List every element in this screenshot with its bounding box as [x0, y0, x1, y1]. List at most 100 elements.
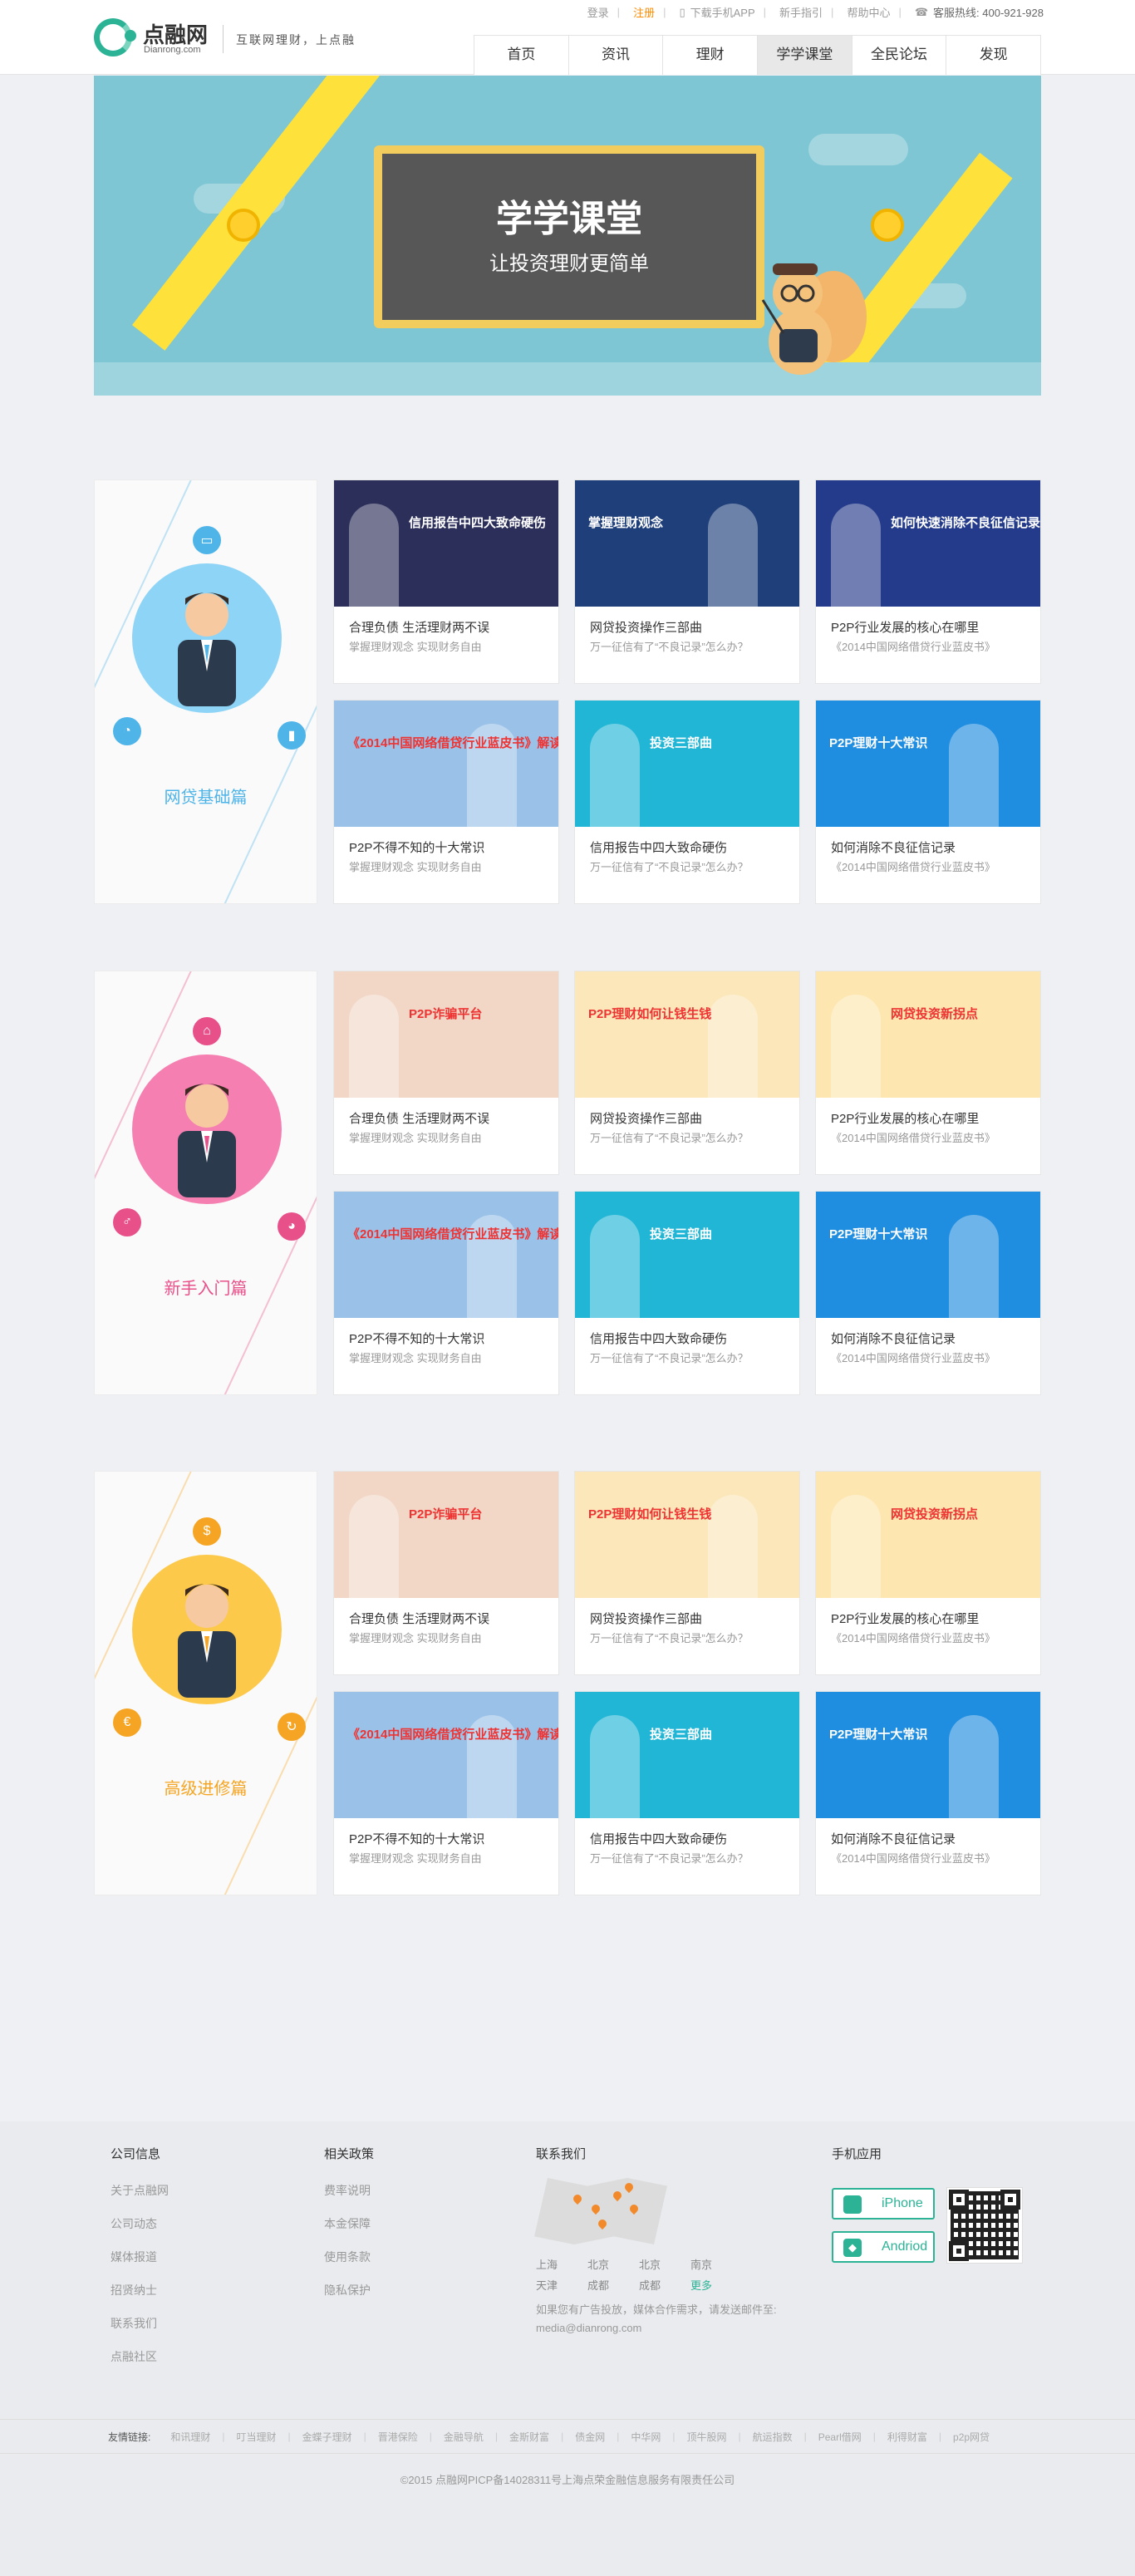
nav-item-classroom[interactable]: 学学课堂 [758, 36, 852, 75]
friend-link[interactable]: 晋港保险 [378, 2430, 418, 2444]
course-card[interactable]: 《2014中国网络借贷行业蓝皮书》解读 P2P不得不知的十大常识 掌握理财观念 … [333, 1191, 559, 1395]
friend-link[interactable]: 中华网 [631, 2430, 661, 2444]
contact-email[interactable]: media@dianrong.com [536, 2319, 810, 2338]
friend-link[interactable]: p2p网贷 [953, 2430, 990, 2444]
friend-link[interactable]: 顶牛股网 [686, 2430, 726, 2444]
section-category-panel[interactable]: ▭ ◔ ▮ 网贷基础篇 [94, 479, 317, 904]
course-title[interactable]: 合理负债 生活理财两不误 [349, 1109, 489, 1127]
course-card[interactable]: 网贷投资新拐点 P2P行业发展的核心在哪里 《2014中国网络借贷行业蓝皮书》 [815, 1471, 1041, 1675]
course-card[interactable]: 网贷投资新拐点 P2P行业发展的核心在哪里 《2014中国网络借贷行业蓝皮书》 [815, 971, 1041, 1175]
course-card[interactable]: 投资三部曲 信用报告中四大致命硬伤 万一征信有了“不良记录”怎么办？ [574, 700, 800, 904]
iphone-download-button[interactable]: iPhone [832, 2188, 935, 2220]
footer-link[interactable]: 使用条款 [324, 2249, 374, 2282]
city-link[interactable]: 成都 [587, 2277, 639, 2293]
course-thumbnail[interactable]: P2P理财十大常识 [816, 701, 1040, 827]
friend-link[interactable]: 利得财富 [887, 2430, 927, 2444]
course-thumbnail[interactable]: P2P诈骗平台 [334, 1472, 558, 1598]
course-title[interactable]: P2P行业发展的核心在哪里 [831, 1109, 979, 1127]
city-link[interactable]: 天津 [536, 2277, 587, 2293]
section-category-panel[interactable]: ⌂ ♂ ◕ 新手入门篇 [94, 971, 317, 1395]
course-title[interactable]: 网贷投资操作三部曲 [590, 618, 702, 636]
course-thumbnail[interactable]: 《2014中国网络借贷行业蓝皮书》解读 [334, 1692, 558, 1818]
course-title[interactable]: P2P行业发展的核心在哪里 [831, 1610, 979, 1627]
section-category-panel[interactable]: $ € ↻ 高级进修篇 [94, 1471, 317, 1895]
footer-link[interactable]: 关于点融网 [111, 2182, 169, 2215]
footer-link[interactable]: 媒体报道 [111, 2249, 169, 2282]
course-title[interactable]: P2P不得不知的十大常识 [349, 1330, 484, 1347]
course-card[interactable]: P2P理财十大常识 如何消除不良征信记录 《2014中国网络借贷行业蓝皮书》 [815, 1691, 1041, 1895]
course-thumbnail[interactable]: P2P诈骗平台 [334, 971, 558, 1098]
more-cities-link[interactable]: 更多 [690, 2277, 742, 2293]
course-title[interactable]: 如何消除不良征信记录 [831, 838, 956, 856]
friend-link[interactable]: 和讯理财 [170, 2430, 210, 2444]
course-title[interactable]: 如何消除不良征信记录 [831, 1830, 956, 1847]
register-link[interactable]: 注册 [633, 4, 655, 20]
course-thumbnail[interactable]: 《2014中国网络借贷行业蓝皮书》解读 [334, 701, 558, 827]
course-thumbnail[interactable]: P2P理财如何让钱生钱 [575, 1472, 799, 1598]
city-link[interactable]: 北京 [639, 2256, 690, 2272]
footer-link[interactable]: 公司动态 [111, 2215, 169, 2249]
nav-item-news[interactable]: 资讯 [569, 36, 664, 75]
nav-item-discover[interactable]: 发现 [946, 36, 1040, 75]
friend-link[interactable]: 航运指数 [753, 2430, 793, 2444]
course-card[interactable]: 掌握理财观念 网贷投资操作三部曲 万一征信有了“不良记录”怎么办？ [574, 479, 800, 684]
course-card[interactable]: 信用报告中四大致命硬伤 合理负债 生活理财两不误 掌握理财观念 实现财务自由 [333, 479, 559, 684]
friend-link[interactable]: 金蝶子理财 [302, 2430, 352, 2444]
city-link[interactable]: 北京 [587, 2256, 639, 2272]
friend-link[interactable]: Pearl借网 [818, 2430, 862, 2444]
friend-link[interactable]: 叮当理财 [236, 2430, 276, 2444]
course-title[interactable]: 信用报告中四大致命硬伤 [590, 1830, 727, 1847]
course-title[interactable]: 信用报告中四大致命硬伤 [590, 1330, 727, 1347]
friend-link[interactable]: 金融导航 [444, 2430, 484, 2444]
footer-link[interactable]: 本金保障 [324, 2215, 374, 2249]
footer-link[interactable]: 隐私保护 [324, 2282, 374, 2315]
course-thumbnail[interactable]: 信用报告中四大致命硬伤 [334, 480, 558, 607]
footer-link[interactable]: 招贤纳士 [111, 2282, 169, 2315]
course-card[interactable]: 投资三部曲 信用报告中四大致命硬伤 万一征信有了“不良记录”怎么办？ [574, 1191, 800, 1395]
course-thumbnail[interactable]: P2P理财十大常识 [816, 1692, 1040, 1818]
footer-link[interactable]: 联系我们 [111, 2315, 169, 2348]
friend-link[interactable]: 债金网 [575, 2430, 605, 2444]
android-download-button[interactable]: ◆ Andriod [832, 2231, 935, 2263]
course-title[interactable]: 合理负债 生活理财两不误 [349, 618, 489, 636]
course-title[interactable]: P2P行业发展的核心在哪里 [831, 618, 979, 636]
course-card[interactable]: P2P诈骗平台 合理负债 生活理财两不误 掌握理财观念 实现财务自由 [333, 1471, 559, 1675]
course-card[interactable]: 《2014中国网络借贷行业蓝皮书》解读 P2P不得不知的十大常识 掌握理财观念 … [333, 1691, 559, 1895]
course-title[interactable]: 网贷投资操作三部曲 [590, 1610, 702, 1627]
footer-link[interactable]: 费率说明 [324, 2182, 374, 2215]
course-card[interactable]: 如何快速消除不良征信记录 P2P行业发展的核心在哪里 《2014中国网络借贷行业… [815, 479, 1041, 684]
course-card[interactable]: P2P理财十大常识 如何消除不良征信记录 《2014中国网络借贷行业蓝皮书》 [815, 700, 1041, 904]
footer-link[interactable]: 点融社区 [111, 2348, 169, 2382]
course-title[interactable]: 信用报告中四大致命硬伤 [590, 838, 727, 856]
city-link[interactable]: 南京 [690, 2256, 742, 2272]
course-thumbnail[interactable]: 投资三部曲 [575, 1692, 799, 1818]
help-link[interactable]: 帮助中心 [847, 4, 890, 20]
course-card[interactable]: P2P诈骗平台 合理负债 生活理财两不误 掌握理财观念 实现财务自由 [333, 971, 559, 1175]
course-thumbnail[interactable]: 投资三部曲 [575, 1192, 799, 1318]
nav-item-forum[interactable]: 全民论坛 [852, 36, 947, 75]
course-title[interactable]: 网贷投资操作三部曲 [590, 1109, 702, 1127]
course-thumbnail[interactable]: 网贷投资新拐点 [816, 971, 1040, 1098]
course-title[interactable]: P2P不得不知的十大常识 [349, 1830, 484, 1847]
course-thumbnail[interactable]: P2P理财十大常识 [816, 1192, 1040, 1318]
course-thumbnail[interactable]: 网贷投资新拐点 [816, 1472, 1040, 1598]
course-card[interactable]: P2P理财如何让钱生钱 网贷投资操作三部曲 万一征信有了“不良记录”怎么办？ [574, 971, 800, 1175]
course-thumbnail[interactable]: 投资三部曲 [575, 701, 799, 827]
course-card[interactable]: P2P理财十大常识 如何消除不良征信记录 《2014中国网络借贷行业蓝皮书》 [815, 1191, 1041, 1395]
nav-item-finance[interactable]: 理财 [663, 36, 759, 75]
course-thumbnail[interactable]: 如何快速消除不良征信记录 [816, 480, 1040, 607]
course-title[interactable]: 合理负债 生活理财两不误 [349, 1610, 489, 1627]
course-thumbnail[interactable]: P2P理财如何让钱生钱 [575, 971, 799, 1098]
course-card[interactable]: 《2014中国网络借贷行业蓝皮书》解读 P2P不得不知的十大常识 掌握理财观念 … [333, 700, 559, 904]
course-thumbnail[interactable]: 《2014中国网络借贷行业蓝皮书》解读 [334, 1192, 558, 1318]
nav-item-home[interactable]: 首页 [474, 36, 569, 75]
guide-link[interactable]: 新手指引 [779, 4, 823, 20]
course-card[interactable]: P2P理财如何让钱生钱 网贷投资操作三部曲 万一征信有了“不良记录”怎么办？ [574, 1471, 800, 1675]
login-link[interactable]: 登录 [587, 4, 609, 20]
course-title[interactable]: 如何消除不良征信记录 [831, 1330, 956, 1347]
course-card[interactable]: 投资三部曲 信用报告中四大致命硬伤 万一征信有了“不良记录”怎么办？ [574, 1691, 800, 1895]
app-download-link[interactable]: 下载手机APP [690, 4, 755, 20]
course-title[interactable]: P2P不得不知的十大常识 [349, 838, 484, 856]
course-thumbnail[interactable]: 掌握理财观念 [575, 480, 799, 607]
city-link[interactable]: 上海 [536, 2256, 587, 2272]
